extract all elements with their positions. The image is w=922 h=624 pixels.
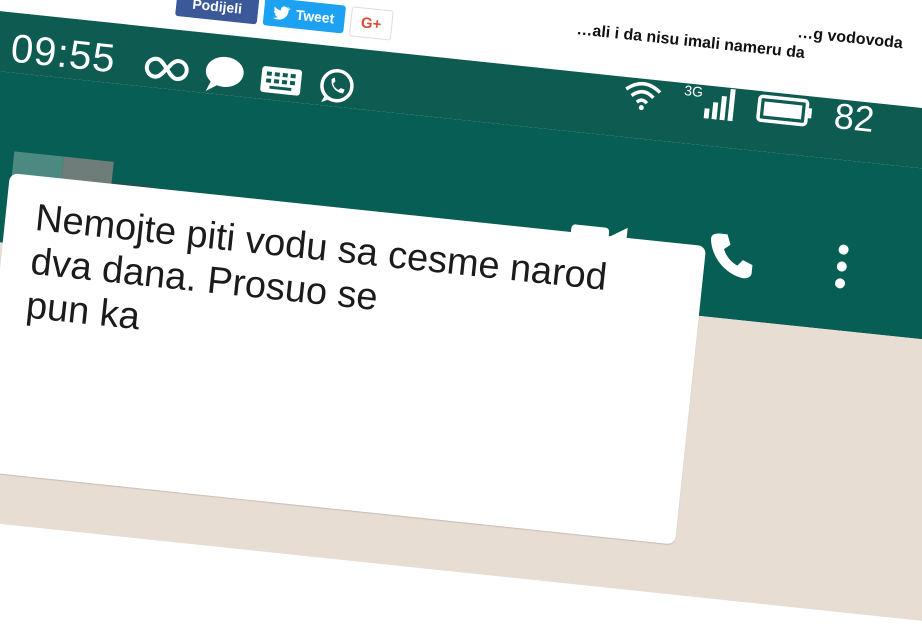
- tweet-label: Tweet: [295, 6, 336, 27]
- google-plus-label: G+: [360, 13, 383, 33]
- facebook-share-label: Podijeli: [191, 0, 243, 17]
- wifi-icon: [625, 82, 662, 111]
- whatsapp-screenshot: 09:55 3G 82 Nemojte piti vodu sa cesme n…: [0, 0, 922, 624]
- whatsapp-icon: [320, 68, 354, 103]
- chat-bubble-icon: [205, 56, 244, 92]
- keyboard-icon: [260, 66, 303, 96]
- twitter-bird-icon: [273, 6, 291, 20]
- tweet-button[interactable]: Tweet: [262, 0, 346, 34]
- infinity-icon: [144, 56, 189, 81]
- signal-icon: [703, 88, 736, 122]
- google-plus-button[interactable]: G+: [348, 6, 394, 41]
- battery-percent: 82: [832, 94, 877, 140]
- more-vertical-icon[interactable]: [832, 242, 851, 291]
- battery-icon: [755, 94, 812, 127]
- signal-indicator: 3G: [682, 82, 737, 122]
- network-type-label: 3G: [683, 82, 704, 100]
